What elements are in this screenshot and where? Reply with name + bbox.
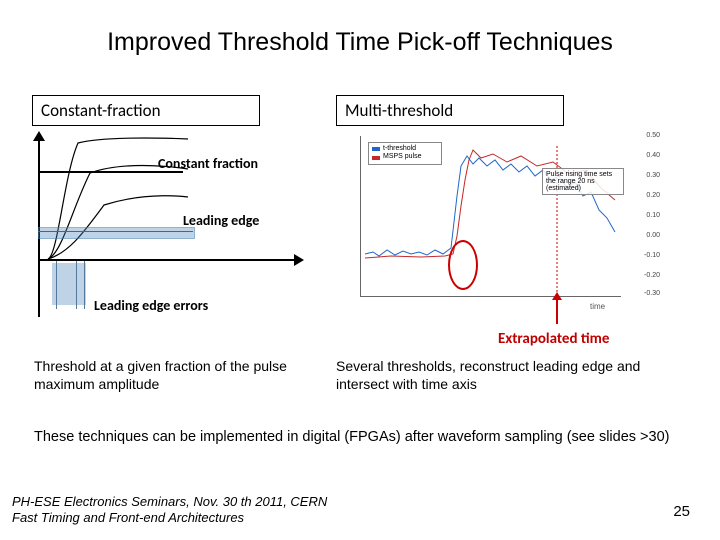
box-constant-fraction: Constant-fraction	[32, 95, 260, 126]
desc-constant-fraction: Threshold at a given fraction of the pul…	[34, 358, 294, 393]
annotation-box: Pulse rising time sets the range 20 ns (…	[542, 168, 624, 195]
ytick: 0.00	[646, 232, 660, 239]
ytick: 0.30	[646, 172, 660, 179]
slide: Improved Threshold Time Pick-off Techniq…	[0, 0, 720, 540]
right-y-axis: 0.50 0.40 0.30 0.20 0.10 0.00 -0.10 -0.2…	[620, 132, 660, 300]
leading-edge-error-region	[52, 263, 86, 305]
legend-box: t-threshold MSPS pulse	[368, 142, 442, 165]
err-tick	[56, 261, 57, 309]
extrapolated-arrow-icon	[556, 298, 558, 324]
ytick: -0.10	[644, 252, 660, 259]
highlight-circle	[448, 240, 478, 290]
footer-line-2: Fast Timing and Front-end Architectures	[12, 510, 327, 526]
err-tick	[76, 261, 77, 309]
err-tick	[84, 261, 85, 309]
threshold-le-band	[38, 227, 195, 239]
diagram-constant-fraction: Constant fraction Leading edge Leading e…	[28, 135, 328, 335]
footer: PH-ESE Electronics Seminars, Nov. 30 th …	[12, 494, 327, 527]
ytick: 0.20	[646, 192, 660, 199]
ytick: -0.20	[644, 272, 660, 279]
arrow-right-icon	[294, 254, 304, 266]
diagram-multi-threshold: t-threshold MSPS pulse Pulse rising time…	[332, 132, 682, 322]
ytick: 0.10	[646, 212, 660, 219]
box-multi-threshold: Multi-threshold	[336, 95, 564, 126]
page-number: 25	[673, 503, 690, 520]
desc-multi-threshold: Several thresholds, reconstruct leading …	[336, 358, 676, 393]
label-leading-edge: Leading edge	[183, 213, 259, 228]
x-axis-label: time	[590, 302, 605, 311]
label-extrapolated-time: Extrapolated time	[498, 330, 609, 348]
label-constant-fraction: Constant fraction	[158, 155, 258, 172]
legend-item: MSPS pulse	[383, 153, 422, 161]
label-leading-edge-errors: Leading edge errors	[94, 297, 208, 314]
implementation-note: These techniques can be implemented in d…	[34, 428, 674, 447]
threshold-le-line	[38, 231, 193, 232]
footer-line-1: PH-ESE Electronics Seminars, Nov. 30 th …	[12, 494, 327, 510]
ytick: -0.30	[644, 290, 660, 297]
ytick: 0.40	[646, 152, 660, 159]
legend-item: t-threshold	[383, 145, 416, 153]
slide-title: Improved Threshold Time Pick-off Techniq…	[0, 28, 720, 57]
ytick: 0.50	[646, 132, 660, 139]
